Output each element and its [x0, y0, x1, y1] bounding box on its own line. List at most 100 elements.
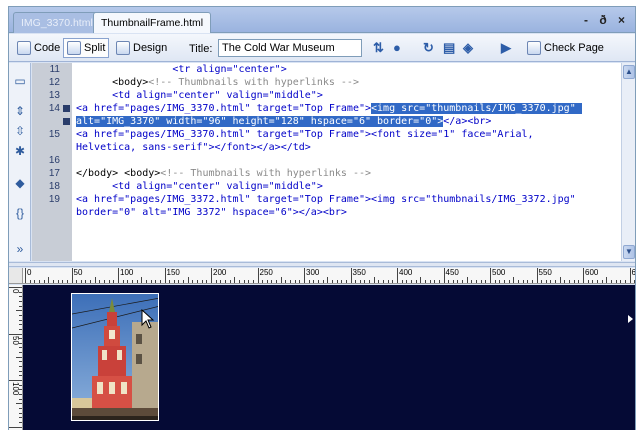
ruler-label: 100 — [11, 382, 20, 396]
ruler-tick — [150, 280, 152, 283]
open-documents-icon[interactable]: ▭ — [13, 75, 27, 87]
ruler-tick — [38, 280, 40, 283]
ruler-tick — [471, 280, 473, 283]
ruler-tick — [43, 280, 45, 283]
file-management-icon[interactable]: ⇅ — [373, 40, 384, 56]
code-line[interactable]: 12 <body><!-- Thumbnails with hyperlinks… — [32, 76, 621, 89]
code-line[interactable]: alt="IMG_3370" width="96" height="128" h… — [32, 115, 621, 128]
ruler-tick — [424, 280, 426, 283]
ruler-tick — [243, 280, 245, 283]
ruler-tick — [76, 280, 78, 283]
ruler-tick — [94, 277, 96, 283]
ruler-tick — [452, 280, 454, 283]
code-line[interactable]: 16 — [32, 154, 621, 167]
ruler-label: 400 — [399, 268, 413, 277]
split-view-button[interactable]: Split — [63, 38, 110, 58]
view-options-icon[interactable]: ▤ — [443, 40, 455, 56]
vertical-ruler: 0 50 100 — [9, 285, 23, 430]
balance-braces-icon[interactable]: {} — [13, 207, 27, 219]
collapse-selection-icon[interactable]: ⇳ — [13, 125, 27, 137]
ruler-tick — [136, 280, 138, 283]
fold-marker-icon[interactable] — [63, 105, 70, 112]
select-parent-tag-icon[interactable]: ◆ — [13, 177, 27, 189]
ruler-tick — [359, 280, 361, 283]
line-number: 11 — [49, 64, 60, 75]
code-token: <a href="pages/IMG_3370.html" target="To… — [76, 103, 372, 114]
ruler-label: 300 — [306, 268, 320, 277]
ruler-tick — [624, 280, 626, 283]
code-line-text: <td align="center" valign="middle"> — [76, 89, 323, 102]
ruler-tick — [9, 380, 22, 381]
code-line-text: <body><!-- Thumbnails with hyperlinks --… — [76, 76, 359, 89]
ruler-tick — [220, 280, 222, 283]
code-vertical-scrollbar[interactable]: ▲ ▼ — [621, 63, 635, 261]
pane-expand-arrow-icon[interactable] — [628, 315, 633, 323]
code-view-button[interactable]: Code — [13, 38, 64, 58]
ruler-tick — [508, 280, 510, 283]
expand-all-icon[interactable]: ✱ — [13, 145, 27, 157]
ruler-tick — [25, 268, 26, 283]
ruler-tick — [71, 268, 73, 283]
ruler-tick — [397, 268, 398, 283]
code-line-text: alt="IMG_3370" width="96" height="128" h… — [76, 115, 491, 128]
split-divider[interactable] — [9, 262, 635, 267]
visual-aids-icon[interactable]: ◈ — [463, 40, 473, 56]
preview-globe-icon[interactable]: ● — [393, 40, 401, 55]
ruler-tick — [57, 280, 59, 283]
check-page-button[interactable]: Check Page — [523, 38, 608, 58]
code-line[interactable]: 15 <a href="pages/IMG_3370.html" target="… — [32, 128, 621, 141]
page-title-input[interactable] — [218, 39, 362, 57]
design-view-button[interactable]: Design — [112, 38, 171, 58]
window-controls[interactable]: - ð × — [584, 13, 629, 27]
more-tools-chevron-icon[interactable]: » — [13, 243, 27, 255]
refresh-icon[interactable]: ↻ — [423, 40, 434, 56]
ruler-tick — [206, 280, 208, 283]
ruler-tick — [19, 300, 22, 302]
ruler-tick — [19, 417, 22, 419]
ruler-tick — [99, 280, 101, 283]
code-line[interactable]: 18 <td align="center" valign="middle"> — [32, 180, 621, 193]
code-editor[interactable]: 11 <tr align="center"> 12 <body><!-- Thum… — [32, 63, 621, 219]
ruler-tick — [345, 280, 347, 283]
code-line-text: Helvetica, sans-serif"></font></a></td> — [76, 141, 311, 154]
ruler-tick — [19, 347, 22, 349]
code-line[interactable]: border="0" alt="IMG 3372" hspace="6"></a… — [32, 206, 621, 219]
ruler-tick — [108, 280, 110, 283]
tab-img-3370[interactable]: IMG_3370.html — [13, 12, 101, 33]
scroll-down-arrow-icon[interactable]: ▼ — [623, 245, 635, 259]
ruler-tick — [466, 277, 468, 283]
ruler-tick — [164, 268, 166, 283]
design-view-pane[interactable] — [23, 285, 635, 430]
ruler-tick — [19, 407, 22, 409]
code-line[interactable]: 14 <a href="pages/IMG_3370.html" target="… — [32, 102, 621, 115]
ruler-origin[interactable] — [9, 268, 23, 284]
code-token: <tr align="center"> — [76, 64, 287, 75]
code-comment: <!-- Thumbnails with hyperlinks --> — [148, 77, 359, 88]
scroll-up-arrow-icon[interactable]: ▲ — [623, 65, 635, 79]
code-line[interactable]: Helvetica, sans-serif"></font></a></td> — [32, 141, 621, 154]
ruler-tick — [457, 280, 459, 283]
code-line[interactable]: 17 </body> <body><!-- Thumbnails with hyp… — [32, 167, 621, 180]
code-token: Helvetica, sans-serif"></font></a></td> — [76, 142, 311, 153]
code-line-text: <a href="pages/IMG_3370.html" target="To… — [76, 102, 582, 115]
line-number: 18 — [48, 181, 60, 192]
ruler-tick — [9, 333, 22, 335]
ruler-tick — [401, 280, 403, 283]
ruler-tick — [383, 280, 385, 283]
validate-markup-icon[interactable]: ▶ — [501, 40, 511, 56]
collapse-tag-icon[interactable]: ⇕ — [13, 105, 27, 117]
code-line[interactable]: 13 <td align="center" valign="middle"> — [32, 89, 621, 102]
ruler-tick — [480, 280, 482, 283]
check-page-label: Check Page — [544, 42, 604, 54]
ruler-tick — [536, 268, 538, 283]
ruler-tick — [569, 280, 571, 283]
ruler-tick — [476, 280, 478, 283]
tab-thumbnail-frame[interactable]: ThumbnailFrame.html — [93, 12, 212, 33]
ruler-tick — [364, 280, 366, 283]
ruler-tick — [262, 280, 264, 283]
fold-marker-icon[interactable] — [63, 118, 70, 125]
code-line[interactable]: 19 <a href="pages/IMG_3372.html" target="… — [32, 193, 621, 206]
ruler-tick — [234, 277, 236, 283]
code-line[interactable]: 11 <tr align="center"> — [32, 63, 621, 76]
code-view-pane[interactable]: 11 <tr align="center"> 12 <body><!-- Thum… — [32, 63, 621, 261]
